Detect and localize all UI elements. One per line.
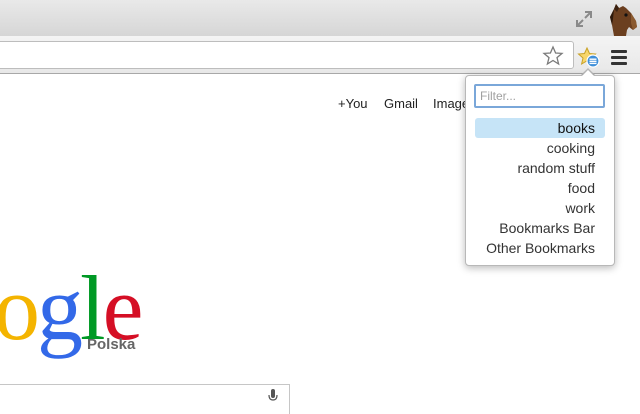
logo-region-label: Polska xyxy=(87,336,136,353)
folder-item-other-bookmarks[interactable]: Other Bookmarks xyxy=(475,238,605,258)
folder-item-bookmarks-bar[interactable]: Bookmarks Bar xyxy=(475,218,605,238)
nav-you-link-wrap: +You xyxy=(338,96,368,111)
logo-letter: g xyxy=(37,257,83,359)
filter-input[interactable] xyxy=(474,84,605,108)
nav-you-link[interactable]: +You xyxy=(338,96,368,111)
address-bar[interactable] xyxy=(0,41,574,69)
fullscreen-icon[interactable] xyxy=(574,9,594,29)
popup-arrow-fill xyxy=(581,70,595,77)
folder-item-books[interactable]: books xyxy=(475,118,605,138)
folder-list: books cooking random stuff food work Boo… xyxy=(475,118,605,258)
browser-toolbar xyxy=(0,36,640,74)
horse-avatar[interactable] xyxy=(604,3,638,36)
star-icon[interactable] xyxy=(542,45,564,67)
window-titlebar xyxy=(0,0,640,36)
search-input[interactable] xyxy=(0,384,290,414)
folder-item-food[interactable]: food xyxy=(475,178,605,198)
bookmark-folder-popup: books cooking random stuff food work Boo… xyxy=(465,75,615,266)
folder-item-work[interactable]: work xyxy=(475,198,605,218)
folder-item-cooking[interactable]: cooking xyxy=(475,138,605,158)
bookmark-extension-icon[interactable] xyxy=(577,46,601,70)
menu-bar xyxy=(611,50,627,53)
microphone-icon[interactable] xyxy=(266,389,280,403)
nav-gmail-link[interactable]: Gmail xyxy=(384,96,418,111)
menu-bar xyxy=(611,62,627,65)
menu-bar xyxy=(611,56,627,59)
hamburger-menu-icon[interactable] xyxy=(609,47,629,67)
folder-item-random-stuff[interactable]: random stuff xyxy=(475,158,605,178)
nav-gmail-link-wrap: Gmail xyxy=(384,96,418,111)
logo-letter: o xyxy=(0,257,40,359)
